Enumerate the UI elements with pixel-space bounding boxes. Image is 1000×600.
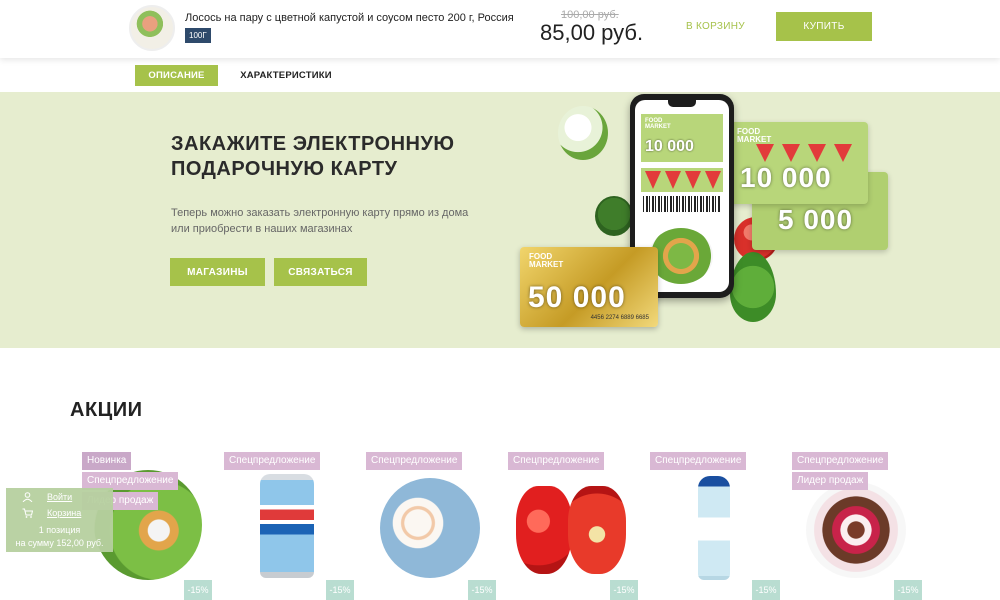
phone-card-logo: FOOD MARKET <box>645 118 671 130</box>
broccoli-image <box>595 196 633 236</box>
tab-characteristics[interactable]: ХАРАКТЕРИСТИКИ <box>230 65 342 86</box>
cart-item-count: 1 позиция <box>38 525 81 535</box>
product-thumbnail[interactable] <box>129 5 175 51</box>
badge-list: Спецпредложение Лидер продаж <box>792 452 889 492</box>
banner-title-line-2: ПОДАРОЧНУЮ КАРТУ <box>171 158 398 180</box>
discount-badge: -15% <box>326 580 354 600</box>
add-to-cart-link[interactable]: В КОРЗИНУ <box>686 21 745 32</box>
pepsi-can-image[interactable] <box>260 474 314 578</box>
user-cart-widget: Войти Корзина 1 позиция на сумму 152,00 … <box>6 488 113 552</box>
badge-special-offer: Спецпредложение <box>650 452 747 470</box>
gift-card-5000-amount: 5 000 <box>778 204 854 235</box>
discount-badge: -15% <box>468 580 496 600</box>
promotions-title: АКЦИИ <box>70 399 143 421</box>
phone-gift-card: FOOD MARKET 10 000 <box>641 114 723 162</box>
weight-badge[interactable]: 100Г <box>185 28 211 43</box>
banner-description: Теперь можно заказать электронную карту … <box>171 205 491 237</box>
gift-card-10000: FOOD MARKET 10 000 <box>728 122 868 204</box>
product-tabs: ОПИСАНИЕ ХАРАКТЕРИСТИКИ <box>0 58 1000 92</box>
marshmallow-plate-image[interactable] <box>380 478 480 578</box>
product-title: Лосось на пару с цветной капустой и соус… <box>185 12 514 24</box>
discount-badge: -15% <box>184 580 212 600</box>
red-pepper-half-image[interactable] <box>568 486 626 574</box>
phone-watermelon-strip <box>641 168 723 192</box>
badge-list: Спецпредложение <box>366 452 463 472</box>
gold-card-logo-line-2: MARKET <box>529 260 564 269</box>
water-bottle-image[interactable] <box>698 476 730 580</box>
login-row[interactable]: Войти <box>22 492 72 503</box>
gift-card-banner: ЗАКАЖИТЕ ЭЛЕКТРОННУЮ ПОДАРОЧНУЮ КАРТУ Те… <box>0 92 1000 348</box>
cauliflower-image <box>558 106 608 160</box>
shops-button[interactable]: МАГАЗИНЫ <box>170 258 265 286</box>
badge-special-offer: Спецпредложение <box>366 452 463 470</box>
discount-badge: -15% <box>610 580 638 600</box>
red-pepper-image[interactable] <box>516 486 572 574</box>
badge-list: Спецпредложение <box>508 452 605 472</box>
badge-bestseller: Лидер продаж <box>792 472 869 490</box>
product-card[interactable]: Спецпредложение Лидер продаж -15% <box>792 452 922 600</box>
badge-new: Новинка <box>82 452 132 470</box>
banner-description-line-2: или приобрести в наших магазинах <box>171 223 353 235</box>
phone-notch <box>668 100 696 107</box>
basil-leaves-image <box>730 252 776 322</box>
badge-special-offer: Спецпредложение <box>792 452 889 470</box>
banner-title-line-1: ЗАКАЖИТЕ ЭЛЕКТРОННУЮ <box>171 133 455 155</box>
watermelon-slices-icon <box>756 144 852 162</box>
badge-special-offer: Спецпредложение <box>508 452 605 470</box>
banner-description-line-1: Теперь можно заказать электронную карту … <box>171 207 469 219</box>
banner-title: ЗАКАЖИТЕ ЭЛЕКТРОННУЮ ПОДАРОЧНУЮ КАРТУ <box>171 132 511 182</box>
tab-description[interactable]: ОПИСАНИЕ <box>135 65 218 86</box>
cart-row[interactable]: Корзина <box>22 508 81 518</box>
gift-card-10000-amount: 10 000 <box>740 162 832 193</box>
gift-card-50000: FOOD MARKET 50 000 4456 2274 6889 6685 <box>520 247 658 327</box>
sticky-product-bar: Лосось на пару с цветной капустой и соус… <box>0 0 1000 58</box>
cart-total: на сумму 152,00 руб. <box>15 538 104 548</box>
product-card[interactable]: Спецпредложение -15% <box>650 452 780 600</box>
contact-button[interactable]: СВЯЗАТЬСЯ <box>274 258 367 286</box>
phone-card-amount: 10 000 <box>645 138 694 155</box>
cart-link[interactable]: Корзина <box>47 508 81 518</box>
buy-button[interactable]: КУПИТЬ <box>776 12 872 41</box>
product-card[interactable]: Спецпредложение -15% <box>224 452 354 600</box>
gift-card-50000-amount: 50 000 <box>528 281 626 314</box>
cart-icon <box>22 508 34 518</box>
dessert-plate-image[interactable] <box>806 482 906 578</box>
badge-list: Спецпредложение <box>650 452 747 472</box>
watermelon-slices-icon <box>645 171 721 189</box>
gold-card-logo: FOOD MARKET <box>529 253 563 269</box>
salad-bowl-image <box>649 228 713 284</box>
product-card[interactable]: Спецпредложение -15% <box>366 452 496 600</box>
user-icon <box>22 492 33 503</box>
badge-special-offer: Спецпредложение <box>224 452 321 470</box>
product-card[interactable]: Спецпредложение -15% <box>508 452 638 600</box>
current-price: 85,00 руб. <box>540 20 644 45</box>
badge-list: Спецпредложение <box>224 452 321 472</box>
discount-badge: -15% <box>894 580 922 600</box>
phone-card-logo-line-2: MARKET <box>645 124 671 130</box>
gift-card-number: 4456 2274 6889 6685 <box>590 315 649 321</box>
discount-badge: -15% <box>752 580 780 600</box>
login-link[interactable]: Войти <box>47 492 72 502</box>
barcode <box>643 196 721 212</box>
